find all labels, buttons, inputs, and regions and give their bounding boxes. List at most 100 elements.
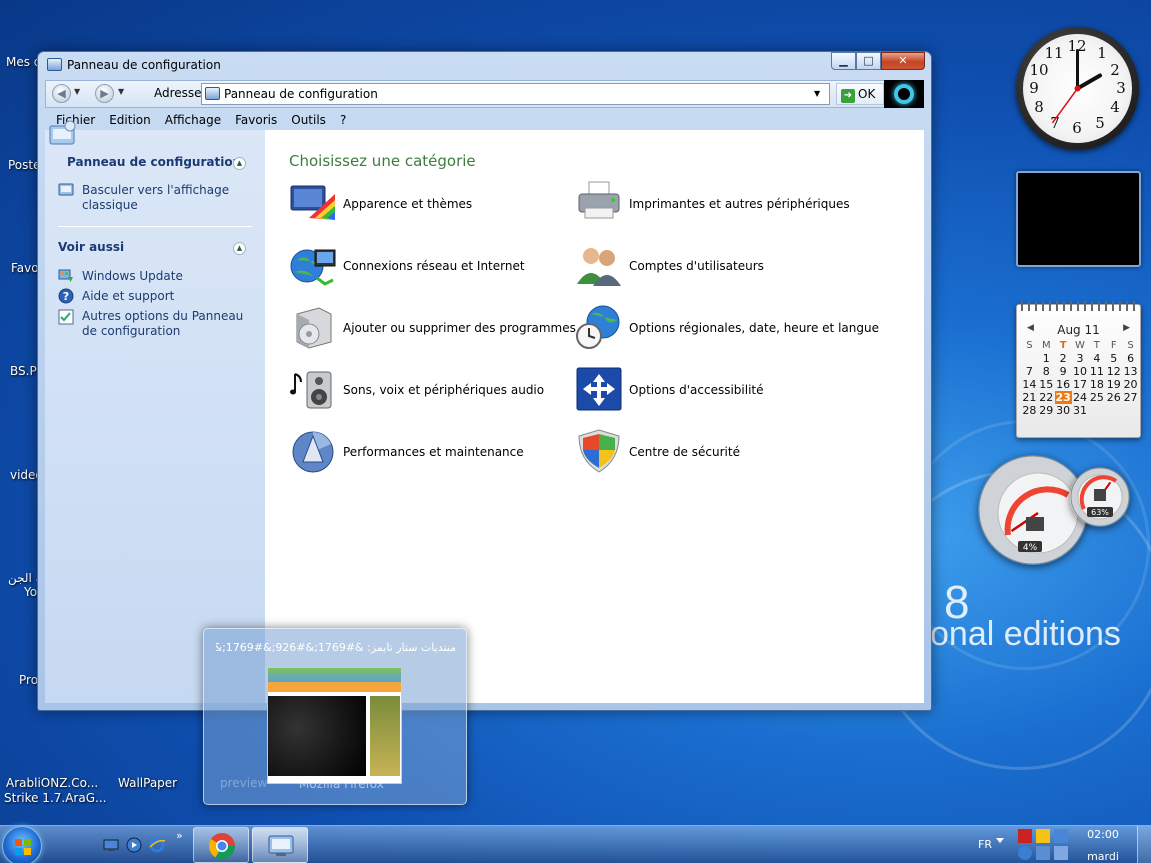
tray-time: 02:00 (1087, 828, 1119, 841)
calendar-day[interactable]: 8 (1038, 365, 1055, 378)
calendar-day[interactable]: 16 (1055, 378, 1072, 391)
thumbnail-title: منتديات ستار تايمز: &#1769;&#926;&#1769;… (216, 641, 456, 654)
calendar-next-icon[interactable]: ▶ (1123, 323, 1130, 333)
calendar-day[interactable]: 9 (1055, 365, 1072, 378)
cpu-chip-icon (1026, 517, 1044, 531)
forward-button[interactable]: ▶ (95, 84, 114, 103)
calendar-day[interactable]: 26 (1105, 391, 1122, 404)
category-appearance[interactable]: Apparence et thèmes (289, 180, 559, 226)
thumbnail-preview[interactable] (267, 667, 402, 784)
calendar-day[interactable]: 4 (1088, 352, 1105, 365)
slideshow-gadget[interactable] (1016, 171, 1141, 267)
close-button[interactable]: ✕ (881, 52, 925, 70)
category-label: Comptes d'utilisateurs (629, 259, 764, 273)
calendar-day[interactable]: 27 (1122, 391, 1139, 404)
calendar-day[interactable]: 6 (1122, 352, 1139, 365)
calendar-day[interactable]: 31 (1072, 404, 1089, 417)
desktop-icon[interactable]: Poste (8, 158, 41, 173)
calendar-day[interactable]: 2 (1055, 352, 1072, 365)
category-add-remove-programs[interactable]: Ajouter ou supprimer des programmes (289, 304, 576, 350)
taskbar-thumbnail-popup[interactable]: منتديات ستار تايمز: &#1769;&#926;&#1769;… (203, 628, 467, 805)
category-accessibility[interactable]: Options d'accessibilité (575, 366, 845, 412)
go-button[interactable]: ➜ OK (836, 83, 884, 105)
start-button[interactable] (2, 826, 42, 863)
language-indicator[interactable]: FR (978, 838, 992, 851)
calendar-day[interactable]: 17 (1072, 378, 1089, 391)
menu-affichage[interactable]: Affichage (165, 113, 221, 127)
calendar-day[interactable]: 18 (1088, 378, 1105, 391)
calendar-day[interactable]: 13 (1122, 365, 1139, 378)
calendar-day[interactable]: 7 (1021, 365, 1038, 378)
clock-hour-hand (1075, 73, 1103, 91)
desktop-icon[interactable]: WallPaper (118, 776, 177, 791)
language-caret-icon[interactable] (996, 838, 1004, 843)
calendar-rings (1021, 301, 1136, 311)
collapse-see-also-icon[interactable]: ▲ (233, 242, 246, 255)
calendar-day[interactable]: 15 (1038, 378, 1055, 391)
calendar-day[interactable]: 25 (1088, 391, 1105, 404)
taskbar-button-chrome[interactable] (193, 827, 249, 863)
calendar-day[interactable]: 11 (1088, 365, 1105, 378)
address-input[interactable] (201, 83, 830, 105)
category-security-center[interactable]: Centre de sécurité (575, 428, 845, 474)
calendar-day[interactable]: 3 (1072, 352, 1089, 365)
calendar-day[interactable]: 19 (1105, 378, 1122, 391)
category-regional-options[interactable]: Options régionales, date, heure et langu… (575, 304, 879, 350)
show-desktop-icon[interactable] (103, 837, 119, 853)
menu-outils[interactable]: Outils (291, 113, 326, 127)
calendar-day[interactable]: 22 (1038, 391, 1055, 404)
clock-gadget[interactable]: 12 1 2 3 4 5 6 7 8 9 10 11 (1016, 27, 1139, 150)
internet-explorer-icon[interactable] (149, 837, 165, 853)
desktop-icon[interactable]: ArabliONZ.Co... (6, 776, 98, 791)
taskbar-button-control-panel[interactable] (252, 827, 308, 863)
quicklaunch-chevron[interactable]: » (176, 829, 183, 842)
maximize-button[interactable]: □ (856, 52, 881, 70)
calendar-weekday: F (1110, 340, 1117, 351)
title-bar[interactable]: Panneau de configuration ▁ □ ✕ (38, 52, 931, 77)
back-button[interactable]: ◀ (52, 84, 71, 103)
calendar-day[interactable]: 12 (1105, 365, 1122, 378)
calendar-day[interactable]: 21 (1021, 391, 1038, 404)
memory-meter-gadget[interactable]: 63% (1070, 467, 1130, 527)
switch-classic-view-link[interactable]: Basculer vers l'affichage classique (82, 183, 252, 213)
category-view: Choisissez une catégorie Apparence et th… (265, 130, 924, 703)
memory-percent: 63% (1091, 508, 1109, 517)
media-player-icon[interactable] (126, 837, 142, 853)
calendar-day[interactable]: 28 (1021, 404, 1038, 417)
menu-favoris[interactable]: Favoris (235, 113, 277, 127)
throbber (884, 80, 924, 108)
address-dropdown-icon[interactable]: ▼ (814, 89, 820, 98)
desktop-icon[interactable]: Strike 1.7.AraG... (4, 791, 106, 806)
calendar-day[interactable]: 14 (1021, 378, 1038, 391)
calendar-weekday: S (1127, 340, 1134, 351)
category-sounds[interactable]: Sons, voix et périphériques audio (289, 366, 559, 412)
collapse-panel-icon[interactable]: ▲ (233, 157, 246, 170)
calendar-day[interactable]: 29 (1038, 404, 1055, 417)
calendar-day[interactable]: 1 (1038, 352, 1055, 365)
tray-clock[interactable]: 02:00 mardi (1080, 828, 1126, 863)
category-printers[interactable]: Imprimantes et autres périphériques (575, 180, 850, 226)
menu-edition[interactable]: Edition (109, 113, 151, 127)
see-also-help-support[interactable]: Aide et support (82, 289, 252, 304)
category-performance[interactable]: Performances et maintenance (289, 428, 559, 474)
menu-help[interactable]: ? (340, 113, 346, 127)
calendar-day[interactable]: 24 (1072, 391, 1089, 404)
category-user-accounts[interactable]: Comptes d'utilisateurs (575, 242, 845, 288)
see-also-windows-update[interactable]: Windows Update (82, 269, 252, 284)
show-desktop-button[interactable] (1137, 826, 1151, 863)
throbber-ring-icon (894, 84, 914, 104)
calendar-day[interactable]: 5 (1105, 352, 1122, 365)
forward-history-caret[interactable]: ▼ (118, 87, 124, 96)
see-also-other-options[interactable]: Autres options du Panneau de configurati… (82, 309, 252, 339)
calendar-today[interactable]: 23 (1054, 391, 1072, 404)
cpu-meter-gadget[interactable]: 4% (978, 455, 1088, 565)
calendar-day[interactable]: 30 (1055, 404, 1072, 417)
category-label: Options régionales, date, heure et langu… (629, 321, 879, 335)
minimize-button[interactable]: ▁ (831, 52, 856, 70)
calendar-gadget[interactable]: ◀ Aug 11 ▶ S M T W T F S 1 2 3 4 5 6 7 8 9 10 11 12 13 14 15 1… (1016, 301, 1141, 438)
calendar-day[interactable]: 10 (1072, 365, 1089, 378)
client-area: Panneau de configuration ▲ Basculer vers… (45, 120, 924, 703)
calendar-day[interactable]: 20 (1122, 378, 1139, 391)
category-network[interactable]: Connexions réseau et Internet (289, 242, 559, 288)
back-history-caret[interactable]: ▼ (74, 87, 80, 96)
